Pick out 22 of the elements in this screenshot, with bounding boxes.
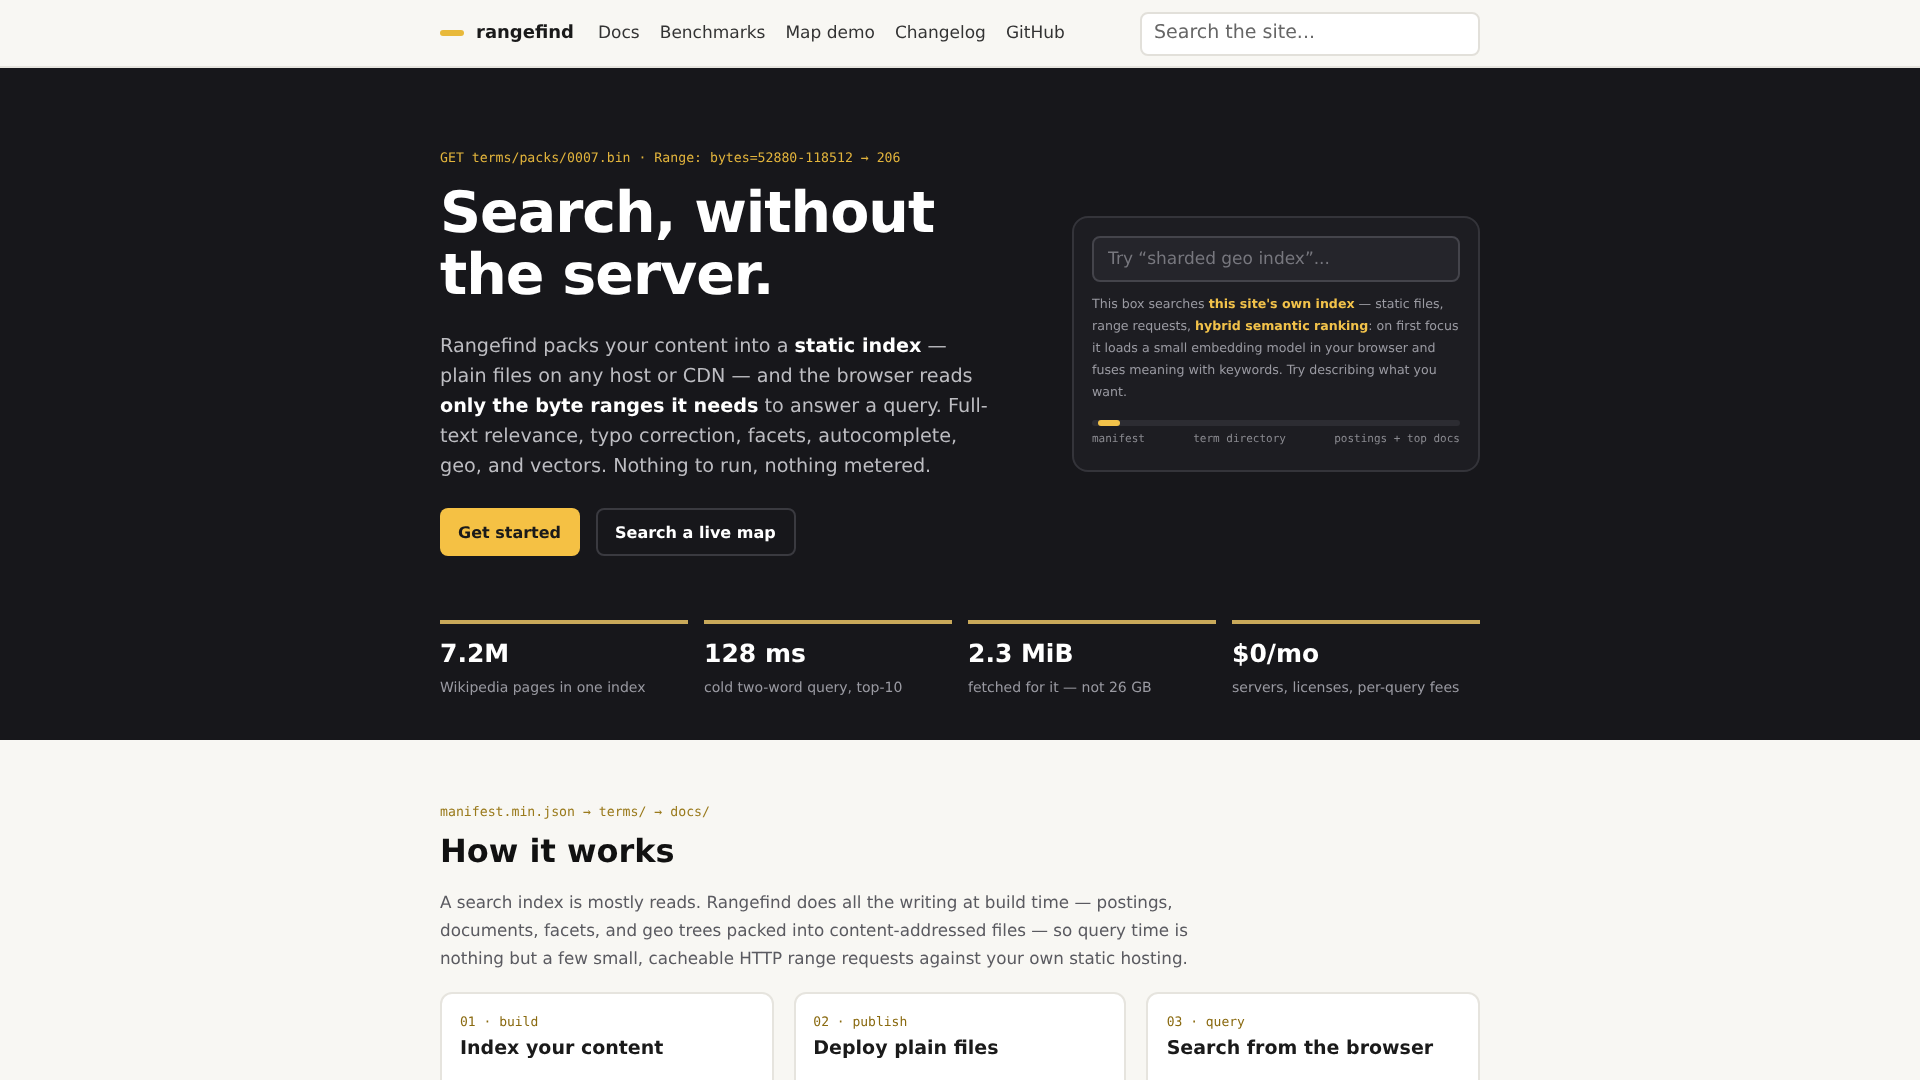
get-started-button[interactable]: Get started bbox=[440, 508, 580, 556]
logo-icon bbox=[440, 30, 464, 36]
section-title: How it works bbox=[440, 832, 677, 870]
step-title: Search from the browser bbox=[1166, 1038, 1436, 1060]
nav-link[interactable]: Changelog bbox=[894, 23, 986, 43]
nav-link[interactable]: GitHub bbox=[1005, 23, 1065, 43]
step-title: Index your content bbox=[460, 1038, 666, 1060]
stat-value: 7.2M bbox=[440, 638, 512, 668]
nav-link[interactable]: Benchmarks bbox=[659, 23, 766, 43]
nav-link[interactable]: Docs bbox=[598, 23, 640, 43]
logo[interactable]: rangefind bbox=[476, 23, 574, 43]
stat-value: 128 ms bbox=[704, 638, 808, 668]
stat-value: 2.3 MiB bbox=[968, 638, 1076, 668]
hero-text: Rangefind packs your content into a static index — plain files on any host or CDN — and the browser reads only the byte ranges it needs to answer a query. Full-text relevance, typo correction, facets, autocomplete, geo, and vectors. Nothing to run, nothing metered. bbox=[440, 334, 990, 482]
live-map-button[interactable]: Search a live map bbox=[595, 508, 796, 556]
stat-value: $0/mo bbox=[1232, 638, 1322, 668]
step-title: Deploy plain files bbox=[813, 1038, 1001, 1060]
nav-link[interactable]: Map demo bbox=[785, 23, 875, 43]
search-field[interactable]: Search the site... bbox=[1140, 11, 1480, 55]
demo-search-field[interactable]: Try “sharded geo index”... bbox=[1092, 236, 1460, 282]
section-text: A search index is mostly reads. Rangefind does all the writing at build time — postings, documents, facets, and geo trees packed into content-addressed files — so query time is nothing but a few small, cacheable HTTP range requests against your own static hosting. bbox=[440, 890, 1190, 972]
hero-title: Search, without the server. bbox=[440, 182, 937, 306]
